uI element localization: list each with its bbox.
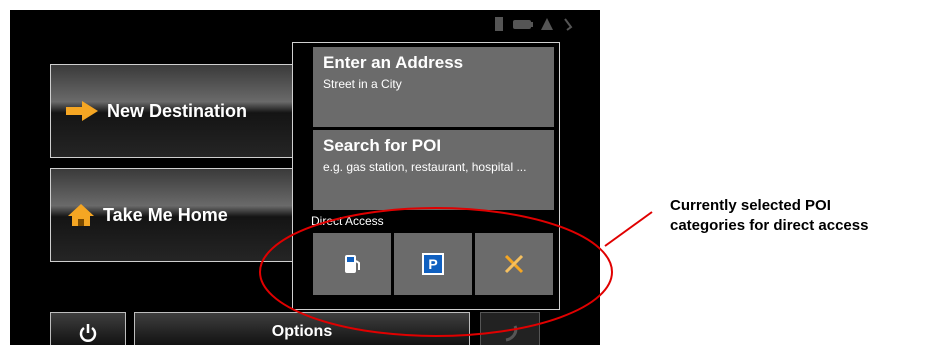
restaurant-icon — [504, 254, 524, 274]
destination-panel: Enter an Address Street in a City Search… — [292, 42, 560, 310]
new-destination-button[interactable]: New Destination — [50, 64, 298, 158]
annotation-pointer-line — [604, 211, 653, 247]
phone-icon — [495, 17, 503, 31]
enter-address-subtitle: Street in a City — [323, 77, 402, 91]
arrow-right-icon — [66, 101, 98, 121]
direct-access-label: Direct Access — [311, 214, 384, 228]
take-me-home-label: Take Me Home — [103, 204, 228, 225]
back-icon — [505, 325, 518, 342]
gas-station-icon — [345, 255, 360, 273]
parking-icon-letter: P — [428, 256, 438, 272]
search-poi-button[interactable]: Search for POI e.g. gas station, restaur… — [313, 130, 554, 210]
back-button[interactable] — [480, 312, 540, 345]
search-poi-subtitle: e.g. gas station, restaurant, hospital .… — [323, 160, 527, 174]
parking-icon: P — [422, 253, 444, 275]
annotation-text: Currently selected POI categories for di… — [670, 196, 930, 236]
take-me-home-button[interactable]: Take Me Home — [50, 168, 298, 262]
options-button[interactable]: Options — [134, 312, 470, 345]
home-icon — [68, 204, 94, 226]
battery-icon — [513, 20, 533, 29]
annotation-line-1: Currently selected POI — [670, 197, 831, 214]
annotation-line-2: categories for direct access — [670, 217, 869, 234]
power-button[interactable] — [50, 312, 126, 345]
gps-signal-icon — [541, 18, 553, 30]
search-poi-title: Search for POI — [323, 136, 442, 155]
enter-address-title: Enter an Address — [323, 53, 464, 72]
options-label: Options — [271, 323, 333, 340]
sound-icon — [564, 18, 573, 31]
power-icon — [79, 324, 97, 342]
new-destination-label: New Destination — [107, 100, 248, 121]
direct-access-parking-button[interactable]: P — [394, 233, 472, 295]
enter-address-button[interactable]: Enter an Address Street in a City — [313, 47, 554, 127]
direct-access-restaurant-button[interactable] — [475, 233, 553, 295]
navigation-screen: New Destination Take Me Home Enter an Ad… — [10, 10, 600, 345]
direct-access-gas-station-button[interactable] — [313, 233, 391, 295]
